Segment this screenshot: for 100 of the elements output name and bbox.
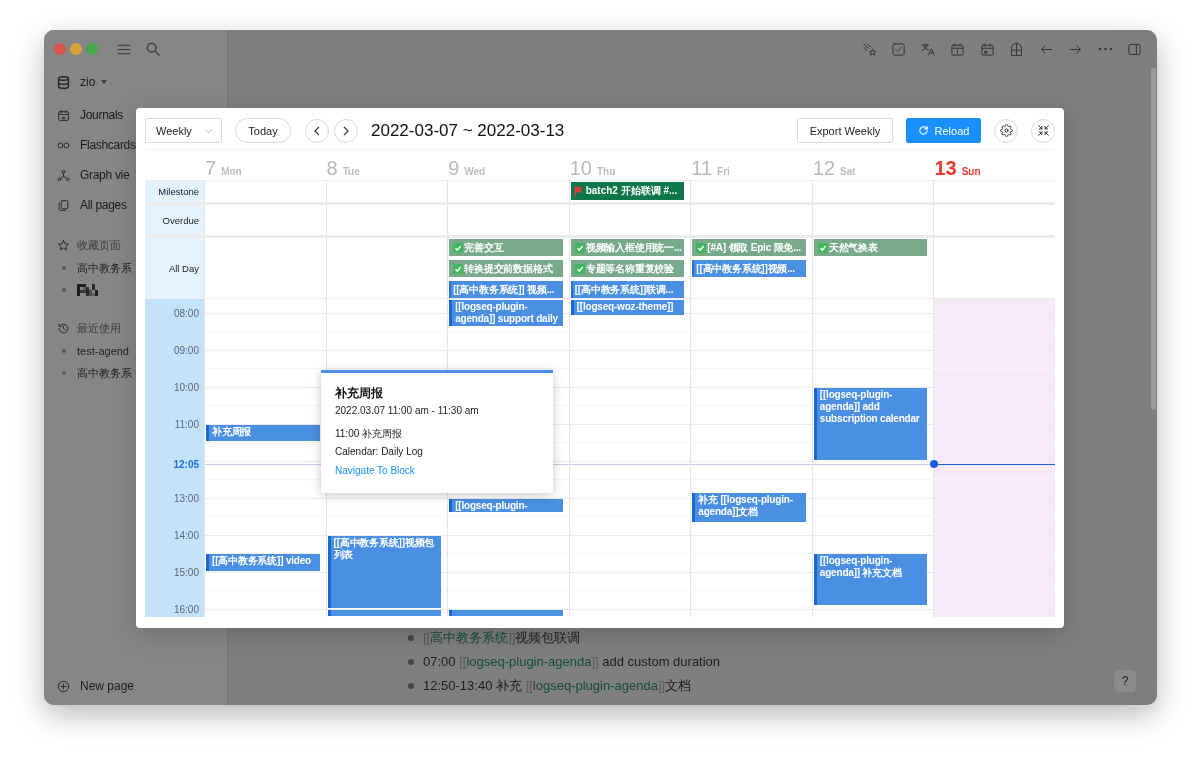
event-block[interactable]: 补充 [[logseq-plugin-agenda]]文档	[692, 492, 806, 522]
recent-item[interactable]: 高中教务系	[44, 362, 132, 384]
row-label: Overdue	[145, 205, 204, 238]
page-link[interactable]: logseq-plugin-agenda	[532, 678, 658, 693]
chevron-down-icon	[204, 127, 213, 134]
bullet-icon	[62, 288, 66, 292]
check-icon	[453, 263, 464, 274]
time-label: 11:00	[174, 418, 199, 430]
date-range-title: 2022-03-07 ~ 2022-03-13	[371, 120, 565, 141]
event-block[interactable]: [[logseq-plugin-agenda]] add subscription calendar	[813, 388, 928, 460]
event-block[interactable]: [[logseq-woz-theme]]	[570, 300, 685, 316]
bullet-icon	[62, 266, 66, 270]
check-icon	[574, 242, 585, 253]
all-day-event[interactable]: [[高中教务系统]]视频...	[692, 260, 806, 277]
popup-title: 补充周报	[335, 385, 383, 401]
time-label: 10:00	[173, 381, 199, 393]
weekday-label: Mon	[221, 166, 242, 177]
weekday-label: Sun	[961, 166, 981, 177]
scrollbar-thumb[interactable]	[1151, 68, 1156, 410]
time-label: 16:00	[173, 603, 199, 615]
menu-icon[interactable]	[117, 43, 131, 55]
all-day-event[interactable]: [[高中教务系统]]联调...	[570, 281, 685, 298]
time-label: 15:00	[173, 566, 199, 578]
section-header[interactable]: 最近使用	[44, 316, 121, 340]
day-number: 9	[448, 157, 460, 179]
event-block[interactable]: [[logseq-plugin-agenda]] support daily	[449, 300, 563, 326]
block-text: 07:00 [[logseq-plugin-agenda]] add custom duration	[423, 654, 721, 670]
reload-button[interactable]: Reload	[906, 118, 981, 143]
shrink-arrows-icon	[1036, 124, 1050, 137]
time-label: 14:00	[173, 529, 199, 541]
bullet-icon	[408, 635, 414, 641]
recent-item[interactable]: test-agend	[44, 340, 129, 362]
day-number: 7	[205, 157, 217, 179]
weekday-label: Tue	[342, 166, 360, 177]
all-day-event[interactable]: [#A] 领取 Epic 限免...	[692, 239, 806, 256]
plus-circle-icon	[57, 679, 70, 693]
page-link[interactable]: 高中教务系统	[430, 630, 509, 645]
help-button[interactable]: ?	[1114, 670, 1136, 692]
event-block[interactable]: [[高中教务系统]]视频包列表	[327, 536, 442, 608]
event-block[interactable]	[449, 610, 563, 616]
calendar-icon	[57, 108, 70, 122]
page-link[interactable]: logseq-plugin-agenda	[466, 654, 592, 669]
today-button[interactable]: Today	[235, 118, 291, 143]
calendar-icon[interactable]	[950, 41, 965, 57]
weekday-label: Fri	[717, 166, 730, 177]
time-label: 09:00	[173, 344, 199, 356]
window-grid-icon[interactable]	[1009, 41, 1024, 57]
time-label: 08:00	[173, 307, 199, 319]
caret-down-icon	[101, 80, 108, 84]
more-icon[interactable]	[1097, 47, 1113, 51]
settings-button[interactable]	[994, 118, 1018, 143]
checkbox-icon[interactable]	[891, 41, 906, 57]
popup-calendar: Calendar: Daily Log	[335, 445, 423, 459]
milestone-chip[interactable]: batch2 开始联调 #...	[570, 182, 685, 200]
all-day-event[interactable]: 完善交互	[449, 239, 563, 256]
navigate-link[interactable]: Navigate To Block	[335, 464, 415, 478]
collapse-button[interactable]	[1031, 118, 1055, 143]
section-header[interactable]: 收藏页面	[44, 233, 121, 257]
all-day-event[interactable]: [[高中教务系统]] 视频...	[449, 281, 563, 298]
event-block[interactable]	[327, 610, 442, 616]
database-icon	[57, 75, 70, 89]
search-icon[interactable]	[146, 42, 160, 56]
bullet-icon	[408, 683, 414, 689]
star-icon	[57, 238, 70, 252]
bullet-icon	[408, 659, 414, 665]
next-button[interactable]	[334, 118, 358, 143]
weekday-label: Wed	[464, 166, 486, 177]
event-block[interactable]: [[logseq-plugin-agenda]] 补充文档	[813, 554, 928, 605]
row-label: Milestone	[145, 181, 204, 205]
nav-item[interactable]: Graph vie	[44, 160, 130, 190]
chevron-left-icon	[314, 125, 320, 136]
all-day-event[interactable]: 天然气换表	[813, 239, 928, 256]
weekday-label: Thu	[596, 166, 616, 177]
day-number: 11	[691, 157, 713, 179]
nav-item[interactable]: Flashcards	[44, 130, 136, 160]
all-day-event[interactable]: 视频输入框使用统一...	[570, 239, 685, 256]
event-block[interactable]: [[高中教务系统]] video	[206, 554, 320, 571]
calendar-icon[interactable]	[979, 41, 995, 57]
chevron-right-icon	[343, 125, 349, 136]
translate-icon[interactable]	[920, 41, 936, 57]
day-number: 13	[934, 157, 957, 179]
popup-detail: 11:00 补充周报	[335, 427, 403, 441]
view-select[interactable]: Weekly	[145, 118, 222, 143]
graph-selector[interactable]: zio	[44, 68, 108, 96]
nav-item[interactable]: Journals	[44, 100, 123, 130]
block-text: 12:50-13:40 补充 [[logseq-plugin-agenda]]文档	[423, 678, 692, 694]
all-day-event[interactable]: 转换提交前数据格式	[449, 260, 563, 277]
nav-item[interactable]: All pages	[44, 190, 127, 220]
favorite-item[interactable]: 高中教务系	[44, 257, 132, 279]
block-text: [[高中教务系统]]视频包联调	[423, 630, 581, 646]
export-button[interactable]: Export Weekly	[797, 118, 893, 143]
shooting-star-icon[interactable]	[861, 41, 877, 57]
previous-button[interactable]	[305, 118, 329, 143]
new-page-button[interactable]: New page	[44, 674, 135, 698]
all-day-event[interactable]: 专题等名称重复校验	[570, 260, 685, 277]
popup-time: 2022.03.07 11:00 am - 11:30 am	[335, 404, 479, 418]
history-icon	[57, 321, 70, 335]
weekday-label: Sat	[840, 166, 856, 177]
sidebar-icon[interactable]	[1127, 41, 1142, 57]
window-minimize-button[interactable]	[70, 43, 82, 55]
